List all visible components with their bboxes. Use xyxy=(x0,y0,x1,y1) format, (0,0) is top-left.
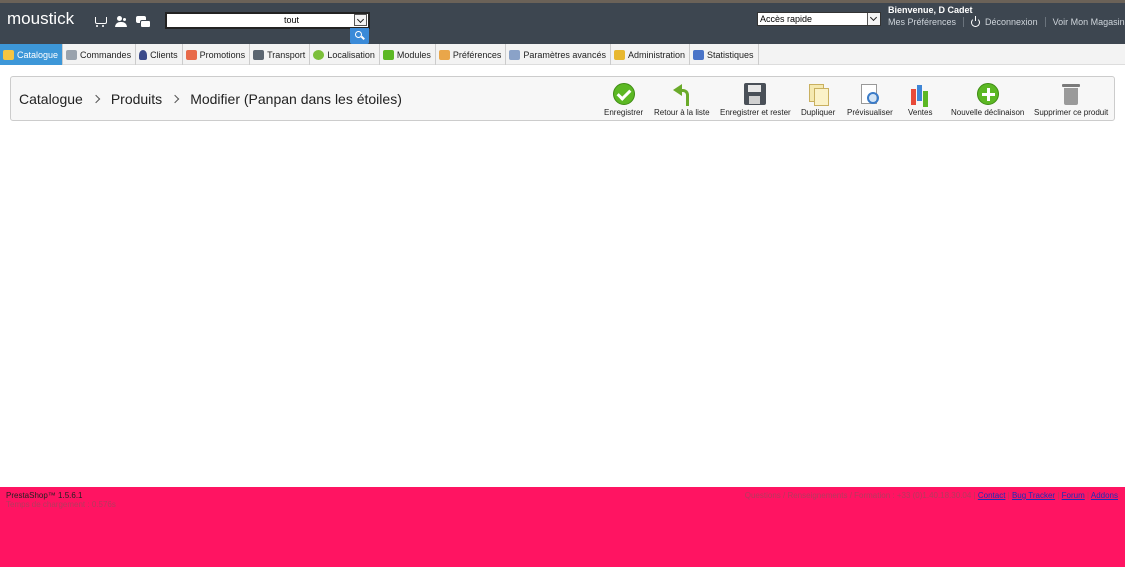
logout-link[interactable]: Déconnexion xyxy=(985,17,1038,27)
divider xyxy=(963,17,965,27)
quick-access-label: Accès rapide xyxy=(760,14,813,24)
chevron-down-icon xyxy=(867,13,880,25)
trash-icon xyxy=(1060,83,1082,105)
chart-icon xyxy=(692,49,704,60)
shop-name[interactable]: moustick xyxy=(7,9,74,29)
duplicate-button[interactable]: Dupliquer xyxy=(801,83,835,121)
tab-commandes[interactable]: Commandes xyxy=(63,44,137,65)
plus-icon xyxy=(976,83,999,105)
search-input[interactable] xyxy=(169,14,279,27)
tab-label: Administration xyxy=(627,49,685,60)
user-icon xyxy=(139,49,148,60)
tab-label: Transport xyxy=(267,49,306,60)
cart-icon[interactable] xyxy=(94,15,107,27)
preview-label: Prévisualiser xyxy=(847,108,893,117)
customers-icon[interactable] xyxy=(115,15,128,27)
puzzle-icon xyxy=(382,49,394,60)
save-stay-label: Enregistrer et rester xyxy=(720,108,791,117)
bug-tracker-link[interactable]: Bug Tracker xyxy=(1012,491,1055,500)
messages-icon[interactable] xyxy=(136,15,151,28)
tab-statistiques[interactable]: Statistiques xyxy=(690,44,759,65)
save-button[interactable]: Enregistrer xyxy=(604,83,643,121)
delete-product-button[interactable]: Supprimer ce produit xyxy=(1034,83,1108,121)
cart-icon xyxy=(66,49,78,60)
tab-label: Paramètres avancés xyxy=(523,49,606,60)
back-label: Retour à la liste xyxy=(654,108,710,117)
wrench-icon xyxy=(509,49,521,60)
footer: PrestaShop™ 1.5.6.1 Temps de chargement … xyxy=(0,487,1125,567)
tab-administration[interactable]: Administration xyxy=(611,44,690,65)
new-combination-label: Nouvelle déclinaison xyxy=(951,108,1025,117)
save-label: Enregistrer xyxy=(604,108,644,117)
chevron-right-icon xyxy=(91,94,101,104)
floppy-disk-icon xyxy=(744,83,767,105)
tab-label: Catalogue xyxy=(17,49,59,60)
my-preferences-link[interactable]: Mes Préférences xyxy=(888,17,956,27)
key-icon xyxy=(613,49,625,60)
chevron-right-icon xyxy=(170,94,180,104)
tab-clients[interactable]: Clients xyxy=(136,44,183,65)
check-icon xyxy=(612,83,635,105)
footer-links: Questions / Renseignements / Formation :… xyxy=(744,491,1118,500)
breadcrumb-catalogue[interactable]: Catalogue xyxy=(19,91,83,107)
breadcrumb-produits[interactable]: Produits xyxy=(111,91,162,107)
forum-link[interactable]: Forum xyxy=(1062,491,1085,500)
search-box: tout xyxy=(165,12,370,29)
addons-link[interactable]: Addons xyxy=(1091,491,1118,500)
folder-icon xyxy=(3,49,14,60)
contact-link[interactable]: Contact xyxy=(978,491,1006,500)
tab-localisation[interactable]: Localisation xyxy=(310,44,380,65)
bar-chart-icon xyxy=(909,83,931,105)
tab-label: Clients xyxy=(150,49,178,60)
globe-icon xyxy=(313,49,325,60)
view-shop-link[interactable]: Voir Mon Magasin xyxy=(1053,17,1125,27)
tab-preferences[interactable]: Préférences xyxy=(436,44,507,65)
back-arrow-icon xyxy=(671,83,693,106)
main-nav-tabs: Catalogue Commandes Clients Promotions T… xyxy=(0,44,1125,65)
tab-label: Modules xyxy=(396,49,431,60)
preview-button[interactable]: Prévisualiser xyxy=(847,83,893,121)
tab-label: Localisation xyxy=(327,49,375,60)
tab-label: Préférences xyxy=(452,49,502,60)
breadcrumb-current: Modifier (Panpan dans les étoiles) xyxy=(190,91,402,107)
sales-label: Ventes xyxy=(908,108,933,117)
tab-label: Promotions xyxy=(199,49,246,60)
tab-modules[interactable]: Modules xyxy=(380,44,436,65)
sales-button[interactable]: Ventes xyxy=(908,83,932,121)
tab-transport[interactable]: Transport xyxy=(250,44,311,65)
power-icon xyxy=(971,15,981,27)
support-info: Questions / Renseignements / Formation :… xyxy=(744,491,972,500)
magnifier-icon xyxy=(859,83,881,105)
tab-parametres-avances[interactable]: Paramètres avancés xyxy=(506,44,611,65)
search-button[interactable] xyxy=(350,28,369,44)
breadcrumb: Catalogue Produits Modifier (Panpan dans… xyxy=(19,91,402,107)
duplicate-label: Dupliquer xyxy=(801,108,836,117)
load-time-text: Temps de chargement : 0.576s xyxy=(6,500,116,509)
welcome-text: Bienvenue, D Cadet xyxy=(888,5,973,15)
search-scope-select[interactable]: tout xyxy=(284,14,354,27)
quick-access-select[interactable]: Accès rapide xyxy=(757,12,881,26)
truck-icon xyxy=(253,49,265,60)
top-header: moustick tout Accès rapide Bienvenue, D … xyxy=(0,0,1125,44)
header-quick-icons xyxy=(94,15,151,28)
chevron-down-icon[interactable] xyxy=(354,14,367,26)
divider xyxy=(1044,17,1046,27)
copy-icon xyxy=(807,83,830,106)
page: moustick tout Accès rapide Bienvenue, D … xyxy=(0,0,1125,567)
header-stripe xyxy=(0,0,1125,3)
delete-label: Supprimer ce produit xyxy=(1034,108,1109,117)
tab-promotions[interactable]: Promotions xyxy=(183,44,251,65)
tag-icon xyxy=(185,49,197,60)
footer-version-block: PrestaShop™ 1.5.6.1 Temps de chargement … xyxy=(6,491,116,509)
window-icon xyxy=(438,49,450,60)
toolbar-panel: Catalogue Produits Modifier (Panpan dans… xyxy=(10,76,1115,121)
tab-catalogue[interactable]: Catalogue xyxy=(0,44,64,65)
new-combination-button[interactable]: Nouvelle déclinaison xyxy=(951,83,1024,121)
back-to-list-button[interactable]: Retour à la liste xyxy=(654,83,710,121)
version-text: PrestaShop™ 1.5.6.1 xyxy=(6,491,83,500)
header-links: Mes Préférences Déconnexion Voir Mon Mag… xyxy=(888,15,1125,27)
tab-label: Statistiques xyxy=(706,49,754,60)
tab-label: Commandes xyxy=(80,49,132,60)
save-and-stay-button[interactable]: Enregistrer et rester xyxy=(720,83,791,121)
